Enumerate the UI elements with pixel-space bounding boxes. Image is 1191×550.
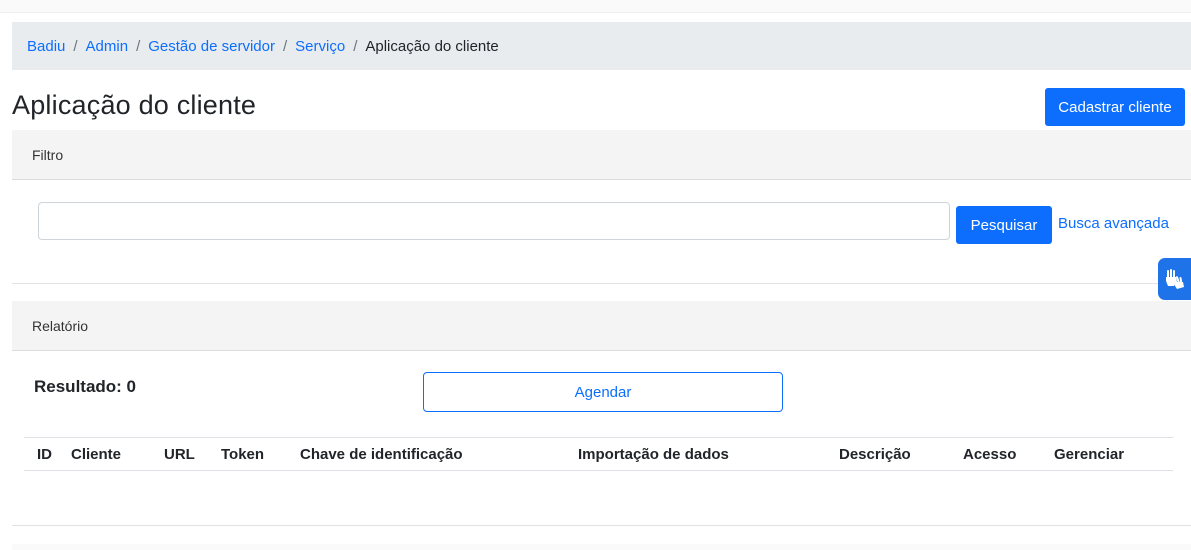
breadcrumb-separator: / — [353, 37, 358, 55]
column-header-cliente: Cliente — [71, 446, 122, 463]
column-header-descricao: Descrição — [839, 446, 911, 463]
column-header-importacao-dados: Importação de dados — [578, 446, 729, 463]
divider — [12, 525, 1191, 526]
breadcrumb-separator: / — [282, 37, 288, 55]
report-section-header: Relatório — [12, 301, 1191, 351]
column-header-chave-identificacao: Chave de identificação — [300, 446, 463, 463]
register-client-button[interactable]: Cadastrar cliente — [1045, 88, 1185, 126]
column-header-url: URL — [164, 446, 195, 463]
filter-section-header: Filtro — [12, 130, 1191, 180]
breadcrumb: Badiu / Admin / Gestão de servidor / Ser… — [12, 22, 1191, 70]
advanced-search-link[interactable]: Busca avançada — [1058, 215, 1169, 232]
breadcrumb-link-admin[interactable]: Admin — [86, 38, 129, 55]
bottom-strip — [12, 544, 1191, 550]
breadcrumb-separator: / — [136, 37, 141, 55]
breadcrumb-separator: / — [73, 37, 78, 55]
filter-header-label: Filtro — [32, 146, 64, 163]
column-header-acesso: Acesso — [963, 446, 1017, 463]
table-header-row: ID Cliente URL Token Chave de identifica… — [24, 437, 1173, 471]
accessibility-widget-button[interactable] — [1158, 258, 1191, 300]
breadcrumb-current: Aplicação do cliente — [365, 37, 499, 55]
page-title: Aplicação do cliente — [12, 90, 257, 120]
search-button[interactable]: Pesquisar — [956, 206, 1052, 244]
breadcrumb-link-gestao-servidor[interactable]: Gestão de servidor — [148, 38, 275, 55]
column-header-token: Token — [221, 446, 265, 463]
breadcrumb-link-servico[interactable]: Serviço — [295, 38, 345, 55]
report-header-label: Relatório — [32, 317, 89, 334]
divider — [12, 283, 1191, 284]
result-count: Resultado: 0 — [34, 377, 137, 396]
column-header-gerenciar: Gerenciar — [1054, 446, 1125, 463]
top-strip — [0, 0, 1191, 13]
schedule-button[interactable]: Agendar — [423, 372, 783, 412]
breadcrumb-link-badiu[interactable]: Badiu — [27, 38, 65, 55]
search-input[interactable] — [38, 202, 950, 240]
column-header-id: ID — [37, 446, 52, 463]
sign-language-hands-icon — [1165, 269, 1184, 289]
